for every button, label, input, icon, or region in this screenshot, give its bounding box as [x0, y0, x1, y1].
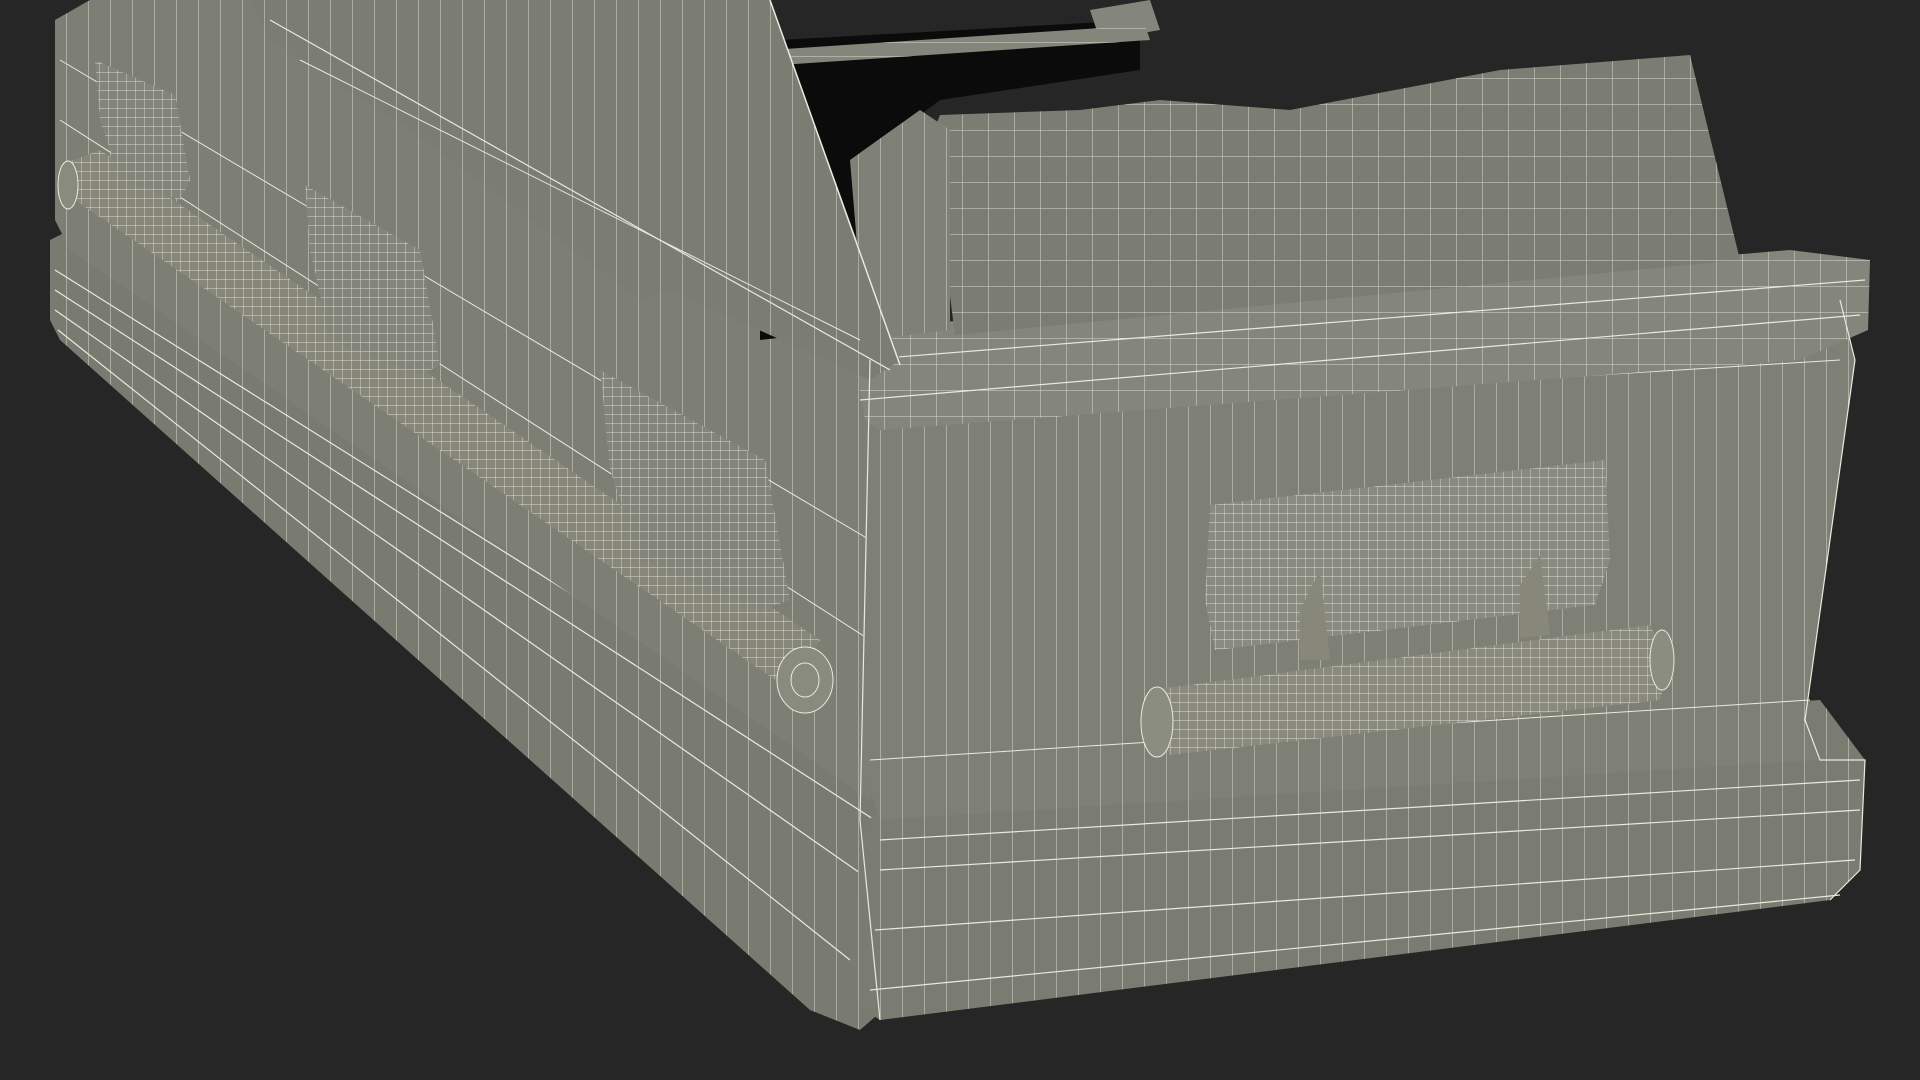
render-viewport [0, 0, 1920, 1080]
casket-wireframe [0, 0, 1920, 1080]
